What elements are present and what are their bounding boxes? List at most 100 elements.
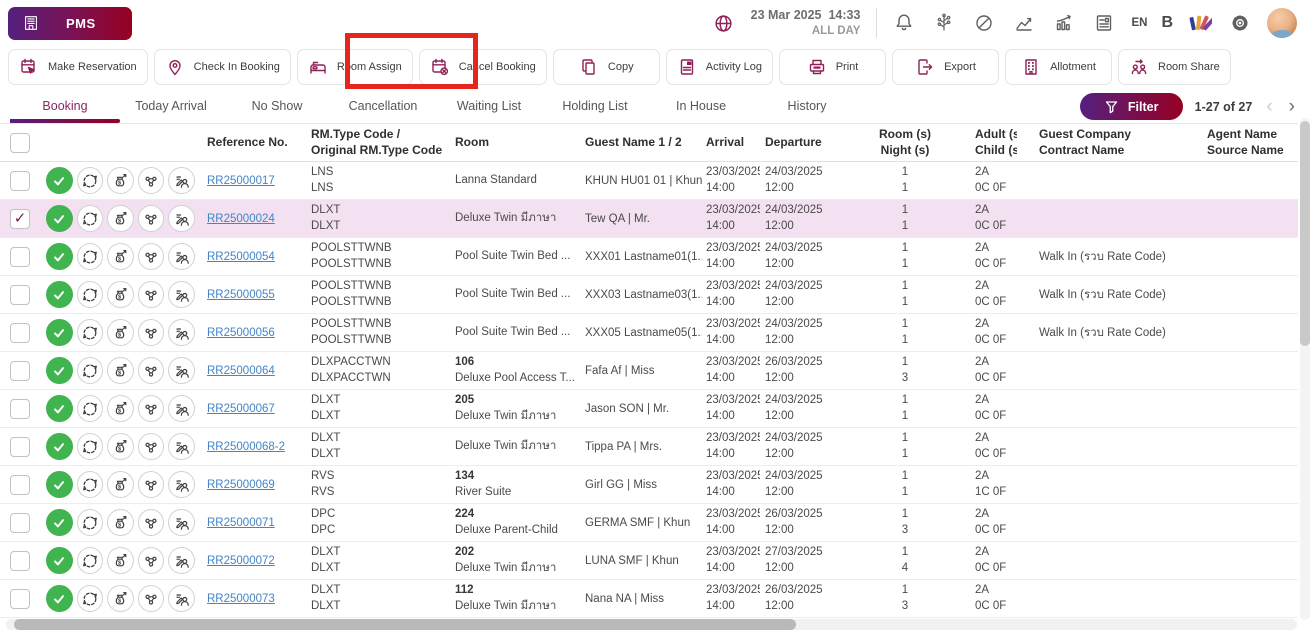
export-button[interactable]: Export (892, 49, 999, 85)
confirmed-status-icon[interactable] (46, 357, 73, 384)
group-status-icon[interactable] (138, 433, 165, 460)
reference-link[interactable]: RR25000064 (207, 365, 275, 377)
reference-link[interactable]: RR25000072 (207, 555, 275, 567)
table-row[interactable]: $ RR25000073 DLXTDLXT 112Deluxe Twin มีภ… (0, 580, 1298, 618)
reference-link[interactable]: RR25000024 (207, 213, 275, 225)
row-checkbox[interactable] (10, 513, 30, 533)
payment-status-icon[interactable]: $ (107, 509, 134, 536)
group-status-icon[interactable] (138, 205, 165, 232)
sync-status-icon[interactable] (77, 585, 104, 612)
table-row[interactable]: $ RR25000017 LNSLNS Lanna Standard KHUN … (0, 162, 1298, 200)
horizontal-scrollbar[interactable] (6, 619, 1297, 630)
tab-booking[interactable]: Booking (12, 95, 118, 122)
payment-status-icon[interactable]: $ (107, 395, 134, 422)
sync-status-icon[interactable] (77, 357, 104, 384)
tab-no-show[interactable]: No Show (224, 95, 330, 122)
allotment-button[interactable]: Allotment (1005, 49, 1112, 85)
group-status-icon[interactable] (138, 167, 165, 194)
row-checkbox[interactable] (10, 437, 30, 457)
table-row[interactable]: $ RR25000072 DLXTDLXT 202Deluxe Twin มีภ… (0, 542, 1298, 580)
pms-home-button[interactable]: PMS (8, 7, 132, 40)
row-checkbox[interactable] (10, 285, 30, 305)
row-checkbox[interactable] (10, 475, 30, 495)
confirmed-status-icon[interactable] (46, 395, 73, 422)
registration-status-icon[interactable] (168, 585, 195, 612)
row-checkbox[interactable] (10, 551, 30, 571)
sync-status-icon[interactable] (77, 319, 104, 346)
cancel-booking-button[interactable]: Cancel Booking (419, 49, 547, 85)
row-checkbox[interactable] (10, 247, 30, 267)
sync-status-icon[interactable] (77, 471, 104, 498)
confirmed-status-icon[interactable] (46, 167, 73, 194)
confirmed-status-icon[interactable] (46, 243, 73, 270)
print-button[interactable]: Print (779, 49, 886, 85)
registration-status-icon[interactable] (168, 547, 195, 574)
sync-status-icon[interactable] (77, 281, 104, 308)
row-checkbox[interactable] (10, 589, 30, 609)
registration-status-icon[interactable] (168, 509, 195, 536)
table-row[interactable]: $ RR25000055 POOLSTTWNBPOOLSTTWNB Pool S… (0, 276, 1298, 314)
group-status-icon[interactable] (138, 547, 165, 574)
table-row[interactable]: $ RR25000024 DLXTDLXT Deluxe Twin มีภาษา… (0, 200, 1298, 238)
confirmed-status-icon[interactable] (46, 205, 73, 232)
next-page-button[interactable]: › (1287, 97, 1297, 116)
confirmed-status-icon[interactable] (46, 585, 73, 612)
payment-status-icon[interactable]: $ (107, 471, 134, 498)
registration-status-icon[interactable] (168, 205, 195, 232)
row-checkbox[interactable] (10, 361, 30, 381)
payment-status-icon[interactable]: $ (107, 433, 134, 460)
table-row[interactable]: $ RR25000069 RVSRVS 134River Suite Girl … (0, 466, 1298, 504)
room-assign-button[interactable]: Room Assign (297, 49, 413, 85)
group-status-icon[interactable] (138, 395, 165, 422)
reference-link[interactable]: RR25000067 (207, 403, 275, 415)
group-status-icon[interactable] (138, 281, 165, 308)
payment-status-icon[interactable]: $ (107, 319, 134, 346)
registration-status-icon[interactable] (168, 433, 195, 460)
tab-in-house[interactable]: In House (648, 95, 754, 122)
block-icon[interactable] (971, 10, 997, 36)
filter-button[interactable]: Filter (1080, 93, 1183, 120)
confirmed-status-icon[interactable] (46, 319, 73, 346)
sync-status-icon[interactable] (77, 547, 104, 574)
prev-page-button[interactable]: ‹ (1264, 97, 1274, 116)
payment-status-icon[interactable]: $ (107, 205, 134, 232)
settings-gear-icon[interactable] (1227, 10, 1253, 36)
select-all-checkbox[interactable] (10, 133, 30, 153)
payment-status-icon[interactable]: $ (107, 547, 134, 574)
confirmed-status-icon[interactable] (46, 281, 73, 308)
row-checkbox[interactable] (10, 399, 30, 419)
table-row[interactable]: $ RR25000056 POOLSTTWNBPOOLSTTWNB Pool S… (0, 314, 1298, 352)
hierarchy-icon[interactable] (931, 10, 957, 36)
registration-status-icon[interactable] (168, 471, 195, 498)
reference-link[interactable]: RR25000068-2 (207, 441, 285, 453)
payment-status-icon[interactable]: $ (107, 167, 134, 194)
reference-link[interactable]: RR25000055 (207, 289, 275, 301)
sync-status-icon[interactable] (77, 167, 104, 194)
reference-link[interactable]: RR25000056 (207, 327, 275, 339)
user-avatar[interactable] (1267, 8, 1297, 38)
registration-status-icon[interactable] (168, 281, 195, 308)
group-status-icon[interactable] (138, 319, 165, 346)
confirmed-status-icon[interactable] (46, 433, 73, 460)
table-row[interactable]: $ RR25000067 DLXTDLXT 205Deluxe Twin มีภ… (0, 390, 1298, 428)
tab-today-arrival[interactable]: Today Arrival (118, 95, 224, 122)
confirmed-status-icon[interactable] (46, 471, 73, 498)
line-chart-icon[interactable] (1011, 10, 1037, 36)
tab-cancellation[interactable]: Cancellation (330, 95, 436, 122)
sync-status-icon[interactable] (77, 395, 104, 422)
activity-log-button[interactable]: Activity Log (666, 49, 773, 85)
table-row[interactable]: $ RR25000064 DLXPACCTWNDLXPACCTWN 106Del… (0, 352, 1298, 390)
row-checkbox[interactable] (10, 209, 30, 229)
row-checkbox[interactable] (10, 171, 30, 191)
registration-status-icon[interactable] (168, 357, 195, 384)
group-status-icon[interactable] (138, 509, 165, 536)
horizontal-scrollbar-thumb[interactable] (14, 619, 796, 630)
group-status-icon[interactable] (138, 243, 165, 270)
registration-status-icon[interactable] (168, 319, 195, 346)
reference-link[interactable]: RR25000071 (207, 517, 275, 529)
sync-status-icon[interactable] (77, 433, 104, 460)
confirmed-status-icon[interactable] (46, 547, 73, 574)
room-share-button[interactable]: Room Share (1118, 49, 1231, 85)
payment-status-icon[interactable]: $ (107, 281, 134, 308)
group-status-icon[interactable] (138, 585, 165, 612)
